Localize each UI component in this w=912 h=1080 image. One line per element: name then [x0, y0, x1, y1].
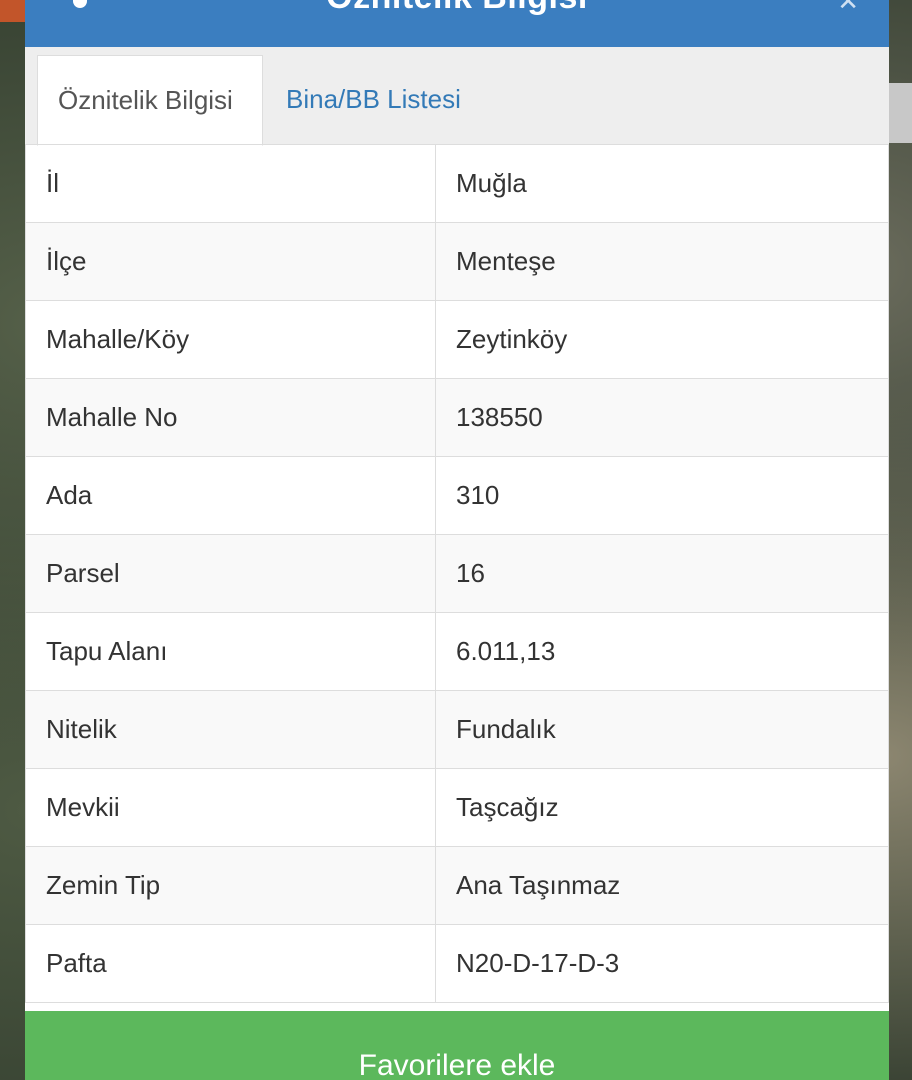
modal-header: Öznitelik Bilgisi ✕ [25, 0, 889, 47]
attribute-key: Mevkii [25, 768, 436, 847]
table-row: Parsel 16 [25, 534, 889, 613]
tab-attribute-info[interactable]: Öznitelik Bilgisi [37, 55, 263, 146]
map-control-edge [889, 83, 912, 143]
attribute-key: Mahalle/Köy [25, 300, 436, 379]
modal-title: Öznitelik Bilgisi [25, 0, 889, 17]
attribute-key: Nitelik [25, 690, 436, 769]
attribute-key: İl [25, 144, 436, 223]
add-to-favorites-label: Favorilere ekle [358, 1049, 556, 1080]
attribute-key: Tapu Alanı [25, 612, 436, 691]
close-icon[interactable]: ✕ [837, 0, 859, 17]
attribute-key: Pafta [25, 924, 436, 1003]
table-row: Nitelik Fundalık [25, 690, 889, 769]
table-row: Mahalle/Köy Zeytinköy [25, 300, 889, 379]
attribute-table: İl Muğla İlçe Menteşe Mahalle/Köy Zeytin… [25, 144, 889, 1003]
table-row: Mahalle No 138550 [25, 378, 889, 457]
attribute-key: Parsel [25, 534, 436, 613]
attribute-info-modal: Öznitelik Bilgisi ✕ Öznitelik Bilgisi Bi… [25, 0, 889, 1080]
table-row: İlçe Menteşe [25, 222, 889, 301]
attribute-key: Zemin Tip [25, 846, 436, 925]
table-row: Tapu Alanı 6.011,13 [25, 612, 889, 691]
attribute-value: N20-D-17-D-3 [435, 924, 889, 1003]
attribute-value: 16 [435, 534, 889, 613]
table-row: Pafta N20-D-17-D-3 [25, 924, 889, 1003]
add-to-favorites-button[interactable]: Favorilere ekle [25, 1011, 889, 1080]
table-row: Zemin Tip Ana Taşınmaz [25, 846, 889, 925]
attribute-value: Menteşe [435, 222, 889, 301]
attribute-value: 138550 [435, 378, 889, 457]
attribute-value: Taşcağız [435, 768, 889, 847]
attribute-key: İlçe [25, 222, 436, 301]
attribute-value: Zeytinköy [435, 300, 889, 379]
attribute-key: Ada [25, 456, 436, 535]
table-row: Ada 310 [25, 456, 889, 535]
attribute-value: 310 [435, 456, 889, 535]
map-toolbar-edge [0, 0, 25, 22]
attribute-value: Muğla [435, 144, 889, 223]
attribute-value: Fundalık [435, 690, 889, 769]
table-row: İl Muğla [25, 144, 889, 223]
table-row: Mevkii Taşcağız [25, 768, 889, 847]
attribute-value: Ana Taşınmaz [435, 846, 889, 925]
attribute-value: 6.011,13 [435, 612, 889, 691]
tab-bar: Öznitelik Bilgisi Bina/BB Listesi [25, 47, 889, 146]
tab-building-list[interactable]: Bina/BB Listesi [266, 55, 481, 144]
attribute-key: Mahalle No [25, 378, 436, 457]
